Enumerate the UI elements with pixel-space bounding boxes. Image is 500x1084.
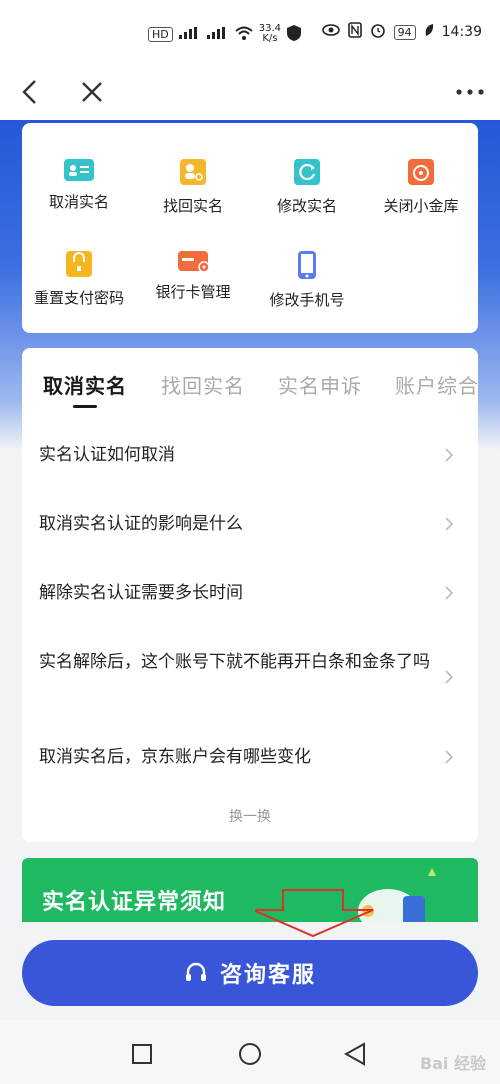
faq-item[interactable]: 实名解除后，这个账号下就不能再开白条和金条了吗	[39, 650, 469, 704]
faq-item[interactable]: 实名认证如何取消	[39, 438, 469, 472]
close-button[interactable]	[72, 72, 112, 112]
close-icon	[82, 82, 102, 102]
service-cancel-realname[interactable]: 取消实名	[22, 159, 136, 212]
tab-account-general[interactable]: 账户综合	[395, 370, 478, 399]
refresh-link[interactable]: 换一换	[22, 806, 478, 826]
edit-id-icon	[294, 159, 320, 185]
faq-question: 解除实名认证需要多长时间	[39, 583, 243, 603]
faq-card: 取消实名 找回实名 实名申诉 账户综合 实名认证如何取消 取消实名认证的影响是什…	[22, 348, 478, 842]
more-button[interactable]	[450, 72, 490, 112]
lock-icon	[66, 251, 92, 277]
hd-badge: HD	[148, 26, 173, 42]
more-dots-icon	[456, 89, 484, 95]
watermark: Bai 经验	[419, 1054, 486, 1073]
alarm-icon	[370, 22, 386, 42]
signal-icon	[178, 26, 201, 42]
chevron-right-icon	[445, 448, 454, 462]
status-left: HD 33.4 K/s	[148, 23, 302, 44]
clock-time: 14:39	[441, 24, 482, 40]
faq-question: 实名认证如何取消	[39, 445, 175, 465]
bank-card-icon	[178, 251, 210, 273]
back-nav-icon[interactable]	[344, 1042, 366, 1066]
service-label: 找回实名	[162, 197, 223, 215]
service-label: 修改实名	[276, 197, 337, 215]
wifi-icon	[235, 26, 253, 43]
back-button[interactable]	[10, 72, 50, 112]
chevron-right-icon	[445, 750, 454, 764]
service-close-vault[interactable]: 关闭小金库	[364, 159, 478, 216]
service-label: 重置支付密码	[33, 289, 124, 307]
battery-level: 94	[393, 24, 416, 40]
service-label: 关闭小金库	[383, 197, 459, 215]
service-reset-paypass[interactable]: 重置支付密码	[22, 251, 136, 308]
leaf-icon	[424, 23, 434, 41]
service-recover-realname[interactable]: 找回实名	[136, 159, 250, 216]
service-change-phone[interactable]: 修改手机号	[250, 251, 364, 310]
tab-recover-realname[interactable]: 找回实名	[161, 370, 245, 399]
tab-realname-appeal[interactable]: 实名申诉	[278, 370, 362, 399]
faq-tabs: 取消实名 找回实名 实名申诉 账户综合	[22, 348, 478, 418]
tab-indicator	[73, 405, 97, 408]
faq-item[interactable]: 解除实名认证需要多长时间	[39, 576, 469, 610]
status-bar: HD 33.4 K/s 94 14:39	[0, 0, 500, 62]
chevron-right-icon	[445, 517, 454, 531]
consult-label: 咨询客服	[219, 963, 316, 988]
chevron-right-icon	[445, 586, 454, 600]
faq-question: 实名解除后，这个账号下就不能再开白条和金条了吗	[39, 652, 430, 672]
service-grid: 取消实名 找回实名 修改实名 关闭小金库 重置支付密码 银行卡管理 修改手机号	[22, 123, 478, 333]
user-search-icon	[180, 159, 206, 185]
service-label: 银行卡管理	[155, 283, 231, 301]
service-label: 取消实名	[48, 193, 109, 211]
shield-icon	[287, 24, 302, 44]
faq-question: 取消实名认证的影响是什么	[39, 514, 243, 534]
faq-question: 取消实名后，京东账户会有哪些变化	[39, 747, 311, 767]
recent-apps-icon[interactable]	[132, 1044, 152, 1064]
tab-cancel-realname[interactable]: 取消实名	[43, 370, 127, 399]
notice-banner[interactable]: 实名认证异常须知	[22, 858, 478, 922]
headset-icon	[185, 962, 206, 981]
service-edit-realname[interactable]: 修改实名	[250, 159, 364, 216]
service-bank-card[interactable]: 银行卡管理	[136, 251, 250, 302]
banner-title: 实名认证异常须知	[42, 890, 227, 915]
chevron-right-icon	[445, 670, 454, 684]
faq-item[interactable]: 取消实名后，京东账户会有哪些变化	[39, 740, 469, 774]
chevron-left-icon	[22, 80, 36, 104]
home-icon[interactable]	[238, 1042, 262, 1066]
signal-icon-2	[206, 26, 229, 42]
top-nav	[0, 62, 500, 120]
consult-service-button[interactable]: 咨询客服	[22, 940, 478, 1006]
phone-icon	[298, 251, 316, 279]
nfc-icon	[347, 22, 362, 42]
eye-icon	[321, 24, 340, 40]
faq-item[interactable]: 取消实名认证的影响是什么	[39, 507, 469, 541]
service-label: 修改手机号	[269, 291, 345, 309]
net-speed: 33.4 K/s	[258, 23, 282, 44]
vault-icon	[408, 159, 434, 185]
system-nav-bar: Bai 经验	[0, 1020, 500, 1084]
annotation-arrow-icon	[255, 889, 374, 938]
status-right: 94 14:39	[321, 22, 482, 42]
id-card-icon	[64, 159, 94, 181]
